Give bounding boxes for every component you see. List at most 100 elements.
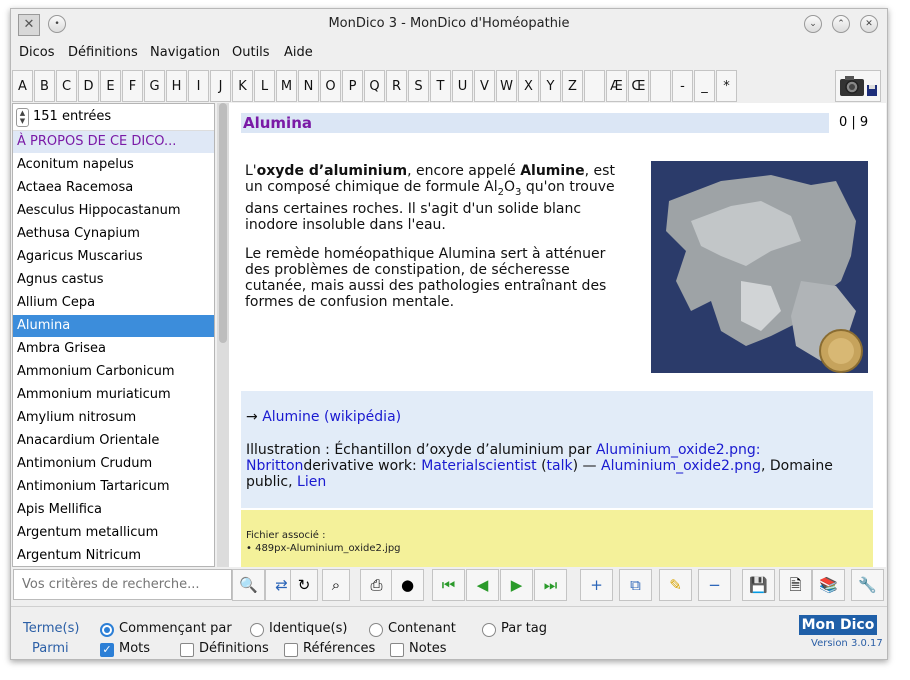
list-item[interactable]: Aethusa Cynapium — [13, 223, 214, 245]
check-references[interactable] — [284, 643, 298, 657]
radio-starting-with-label[interactable]: Commençant par — [119, 621, 232, 636]
letter-button-7[interactable]: G — [144, 70, 165, 102]
attached-file-name[interactable]: • 489px-Aluminium_oxide2.jpg — [246, 543, 401, 554]
list-item[interactable]: Ambra Grisea — [13, 338, 214, 360]
minimize-button[interactable]: ⌄ — [804, 15, 822, 33]
last-icon[interactable]: ⏭ — [534, 569, 567, 601]
globe-icon[interactable]: ● — [391, 569, 424, 601]
check-references-label[interactable]: Références — [303, 641, 375, 656]
letter-button-25[interactable]: Y — [540, 70, 561, 102]
list-item-about[interactable]: À PROPOS DE CE DICO... — [13, 131, 214, 153]
radio-by-tag[interactable] — [482, 623, 496, 637]
letter-button-10[interactable]: J — [210, 70, 231, 102]
list-item[interactable]: Ammonium Carbonicum — [13, 361, 214, 383]
menu-outils[interactable]: Outils — [232, 45, 270, 60]
letter-button-21[interactable]: U — [452, 70, 473, 102]
check-notes-label[interactable]: Notes — [409, 641, 447, 656]
materialscientist-link[interactable]: Materialscientist — [421, 458, 536, 474]
letter-button-13[interactable]: M — [276, 70, 297, 102]
list-item[interactable]: Amylium nitrosum — [13, 407, 214, 429]
letter-button-18[interactable]: R — [386, 70, 407, 102]
check-mots-label[interactable]: Mots — [119, 641, 150, 656]
letter-button-29[interactable]: Œ — [628, 70, 649, 102]
letter-button-28[interactable]: Æ — [606, 70, 627, 102]
letter-button-9[interactable]: I — [188, 70, 209, 102]
radio-containing-label[interactable]: Contenant — [388, 621, 456, 636]
tools-icon[interactable]: 🔧 — [851, 569, 884, 601]
list-item[interactable]: Antimonium Crudum — [13, 453, 214, 475]
list-item[interactable]: Apis Mellifica — [13, 499, 214, 521]
close-button[interactable]: ✕ — [860, 15, 878, 33]
radio-containing[interactable] — [369, 623, 383, 637]
save-icon[interactable]: 💾 — [742, 569, 775, 601]
letter-button-6[interactable]: F — [122, 70, 143, 102]
letter-button-3[interactable]: C — [56, 70, 77, 102]
list-item[interactable]: Agaricus Muscarius — [13, 246, 214, 268]
letter-button-4[interactable]: D — [78, 70, 99, 102]
source-link[interactable]: Aluminium_oxide2.png: — [596, 442, 761, 458]
previous-icon[interactable]: ◀ — [466, 569, 499, 601]
list-item[interactable]: Allium Cepa — [13, 292, 214, 314]
duplicate-icon[interactable]: ⧉ — [619, 569, 652, 601]
image-file-link[interactable]: Aluminium_oxide2.png — [601, 458, 761, 474]
list-item[interactable]: Alumina — [13, 315, 214, 337]
letter-button-2[interactable]: B — [34, 70, 55, 102]
menu-aide[interactable]: Aide — [284, 45, 313, 60]
list-item[interactable]: Actaea Racemosa — [13, 177, 214, 199]
list-item[interactable]: Argentum Nitricum — [13, 545, 214, 566]
edit-icon[interactable]: ✎ — [659, 569, 692, 601]
export-icon[interactable]: 🗎 — [779, 569, 812, 601]
list-item[interactable]: Aesculus Hippocastanum — [13, 200, 214, 222]
camera-icon[interactable] — [835, 70, 881, 102]
scroll-thumb[interactable] — [219, 103, 227, 343]
letter-button-19[interactable]: S — [408, 70, 429, 102]
list-item[interactable]: Ammonium muriaticum — [13, 384, 214, 406]
check-mots[interactable]: ✓ — [100, 643, 114, 657]
menu-navigation[interactable]: Navigation — [150, 45, 220, 60]
wikipedia-link[interactable]: Alumine (wikipédia) — [262, 409, 401, 425]
check-definitions-label[interactable]: Définitions — [199, 641, 269, 656]
letter-button-12[interactable]: L — [254, 70, 275, 102]
refresh-icon[interactable]: ↻ — [290, 569, 318, 601]
remove-icon[interactable]: − — [698, 569, 731, 601]
entry-list[interactable]: ▲ ▼ 151 entrées À PROPOS DE CE DICO... Ac… — [12, 103, 215, 567]
list-scrollbar[interactable] — [217, 103, 229, 567]
letter-button-26[interactable]: Z — [562, 70, 583, 102]
check-notes[interactable] — [390, 643, 404, 657]
letter-button-20[interactable]: T — [430, 70, 451, 102]
check-definitions[interactable] — [180, 643, 194, 657]
radio-starting-with[interactable] — [100, 623, 114, 637]
print-icon[interactable]: ⎙ — [360, 569, 393, 601]
letter-button-15[interactable]: O — [320, 70, 341, 102]
radio-identical-label[interactable]: Identique(s) — [269, 621, 347, 636]
list-item[interactable]: Aconitum napelus — [13, 154, 214, 176]
radio-identical[interactable] — [250, 623, 264, 637]
letter-button-5[interactable]: E — [100, 70, 121, 102]
list-item[interactable]: Agnus castus — [13, 269, 214, 291]
letter-button-8[interactable]: H — [166, 70, 187, 102]
letter-button-14[interactable]: N — [298, 70, 319, 102]
letter-button-24[interactable]: X — [518, 70, 539, 102]
talk-link[interactable]: talk — [547, 458, 573, 474]
list-item[interactable]: Anacardium Orientale — [13, 430, 214, 452]
letter-button-16[interactable]: P — [342, 70, 363, 102]
letter-button-1[interactable]: A — [12, 70, 33, 102]
search-input[interactable] — [13, 569, 232, 600]
magnifier-search-icon[interactable]: 🔍 — [232, 569, 265, 601]
menu-definitions[interactable]: Définitions — [68, 45, 138, 60]
next-icon[interactable]: ▶ — [500, 569, 533, 601]
first-icon[interactable]: ⏮ — [432, 569, 465, 601]
letter-button-31[interactable]: - — [672, 70, 693, 102]
list-item[interactable]: Antimonium Tartaricum — [13, 476, 214, 498]
letter-button-17[interactable]: Q — [364, 70, 385, 102]
lien-link[interactable]: Lien — [297, 474, 326, 490]
letter-button-22[interactable]: V — [474, 70, 495, 102]
add-icon[interactable]: + — [580, 569, 613, 601]
author-link[interactable]: Nbritton — [246, 458, 303, 474]
list-item[interactable]: Argentum metallicum — [13, 522, 214, 544]
letter-button-32[interactable]: _ — [694, 70, 715, 102]
illustration-image[interactable] — [651, 161, 868, 373]
letter-button-11[interactable]: K — [232, 70, 253, 102]
maximize-button[interactable]: ⌃ — [832, 15, 850, 33]
radio-by-tag-label[interactable]: Par tag — [501, 621, 547, 636]
